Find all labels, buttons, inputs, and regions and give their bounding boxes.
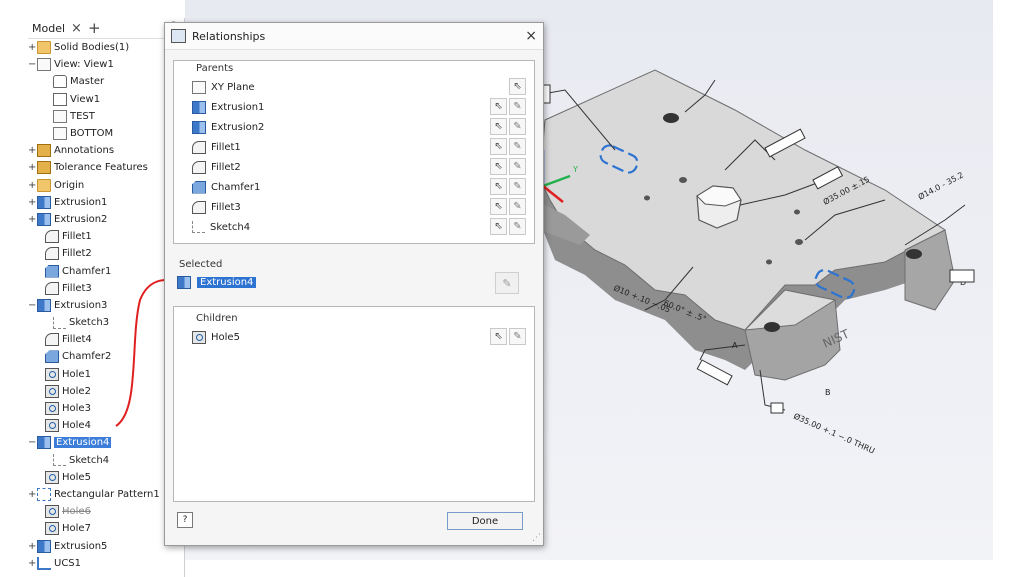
row-label: Extrusion1 [211,101,265,113]
edit-button[interactable]: ✎ [509,328,526,345]
select-button[interactable]: ⇖ [490,158,507,175]
row-label: Chamfer1 [211,181,261,193]
parent-row[interactable]: XY Plane ⇖ [174,77,534,97]
sketch-icon [192,221,205,233]
edit-button[interactable]: ✎ [509,98,526,115]
row-actions: ⇖ ✎ [490,178,526,195]
row-label: XY Plane [211,81,255,93]
edit-button[interactable]: ✎ [509,178,526,195]
row-actions: ⇖ ✎ [490,218,526,235]
selected-feature[interactable]: Extrusion4 [177,273,257,291]
children-header: Children [196,313,238,324]
edit-selected-button[interactable]: ✎ [495,272,519,294]
extrusion-icon [192,120,206,134]
hole-icon [192,330,206,344]
edit-button[interactable]: ✎ [509,198,526,215]
select-button[interactable]: ⇖ [490,328,507,345]
plane-icon [192,80,206,94]
row-actions: ⇖ ✎ [490,158,526,175]
done-button[interactable]: Done [447,512,523,530]
relationships-dialog[interactable]: Relationships × Parents XY Plane ⇖ Extrusi… [164,22,544,546]
parent-row[interactable]: Fillet2 ⇖ ✎ [174,157,534,177]
fillet-icon [192,160,206,174]
edit-button[interactable]: ✎ [509,218,526,235]
row-label: Fillet1 [211,141,241,153]
row-actions: ⇖ ✎ [490,98,526,115]
parents-header: Parents [196,63,234,74]
extrusion-icon [177,275,191,289]
parent-row[interactable]: Chamfer1 ⇖ ✎ [174,177,534,197]
edit-button[interactable]: ✎ [509,138,526,155]
select-button[interactable]: ⇖ [509,78,526,95]
parent-row[interactable]: Fillet3 ⇖ ✎ [174,197,534,217]
select-button[interactable]: ⇖ [490,98,507,115]
select-button[interactable]: ⇖ [490,178,507,195]
selected-label: Selected [179,259,223,270]
close-icon[interactable]: × [525,28,537,44]
row-label: Sketch4 [210,221,251,233]
parent-row[interactable]: Extrusion1 ⇖ ✎ [174,97,534,117]
row-label: Fillet2 [211,161,241,173]
parent-row[interactable]: Fillet1 ⇖ ✎ [174,137,534,157]
row-label: Hole5 [211,331,240,343]
fillet-icon [192,140,206,154]
help-button[interactable]: ? [177,512,193,528]
dialog-title: Relationships [192,29,266,43]
row-label: Extrusion2 [211,121,265,133]
row-actions: ⇖ ✎ [490,138,526,155]
row-actions: ⇖ ✎ [490,118,526,135]
resize-grip-icon[interactable]: ⋰ [532,533,541,543]
select-button[interactable]: ⇖ [490,198,507,215]
parent-row[interactable]: Sketch4 ⇖ ✎ [174,217,534,237]
child-row[interactable]: Hole5 ⇖ ✎ [174,327,534,347]
edit-button[interactable]: ✎ [509,118,526,135]
row-actions: ⇖ [509,78,526,95]
select-button[interactable]: ⇖ [490,218,507,235]
selected-feature-label: Extrusion4 [197,276,257,288]
parents-list[interactable]: Parents XY Plane ⇖ Extrusion1 ⇖ ✎ Extrusion2 ⇖… [173,60,535,244]
row-label: Fillet3 [211,201,241,213]
row-actions: ⇖ ✎ [490,328,526,345]
chamfer-icon [192,180,206,194]
relationships-icon [171,29,186,43]
fillet-icon [192,200,206,214]
parent-row[interactable]: Extrusion2 ⇖ ✎ [174,117,534,137]
edit-button[interactable]: ✎ [509,158,526,175]
dialog-titlebar: Relationships × [165,23,543,50]
children-list[interactable]: Children Hole5 ⇖ ✎ [173,306,535,502]
select-button[interactable]: ⇖ [490,118,507,135]
row-actions: ⇖ ✎ [490,198,526,215]
select-button[interactable]: ⇖ [490,138,507,155]
extrusion-icon [192,100,206,114]
